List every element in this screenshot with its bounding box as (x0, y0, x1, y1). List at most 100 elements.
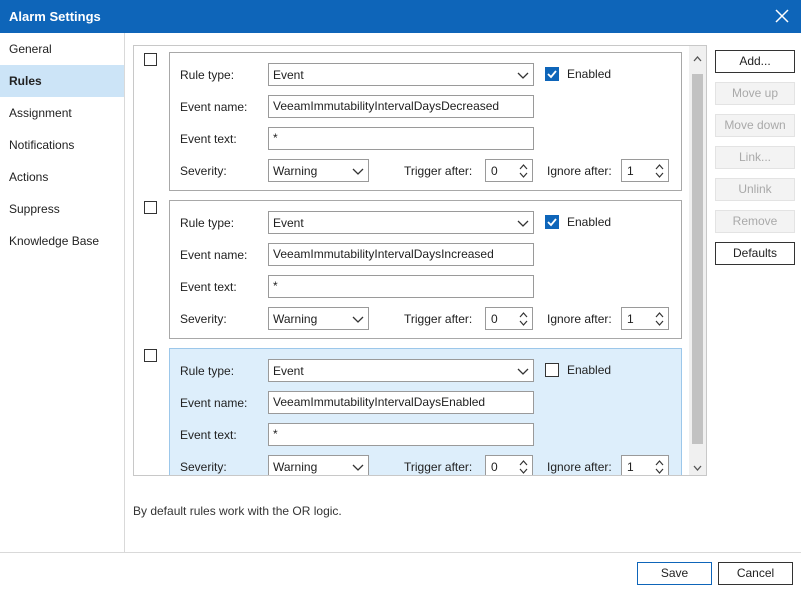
trigger-after-stepper[interactable]: 0 (485, 455, 533, 476)
chevron-down-icon[interactable] (518, 467, 529, 476)
chevron-up-icon[interactable] (654, 458, 665, 467)
title-bar: Alarm Settings (0, 0, 801, 33)
enabled-label: Enabled (567, 363, 612, 377)
sidebar-item-suppress[interactable]: Suppress (0, 193, 124, 225)
chevron-up-icon[interactable] (518, 162, 529, 171)
event-text-label: Event text: (180, 132, 237, 146)
rule-type-label: Rule type: (180, 216, 235, 230)
event-text-input[interactable]: * (268, 423, 534, 446)
close-button[interactable] (773, 7, 791, 25)
ignore-after-value: 1 (627, 164, 634, 178)
rule-select-checkbox[interactable] (144, 53, 157, 66)
severity-value: Warning (273, 312, 318, 326)
severity-dropdown[interactable]: Warning (268, 307, 369, 330)
chevron-up-icon[interactable] (518, 310, 529, 319)
chevron-down-icon (352, 168, 364, 175)
rule-type-label: Rule type: (180, 364, 235, 378)
scroll-up-arrow-icon[interactable] (692, 54, 703, 65)
save-button[interactable]: Save (637, 562, 712, 585)
rule-panel: Rule type: Event Enabled Event name: Vee… (169, 52, 682, 191)
vertical-scrollbar[interactable] (689, 46, 706, 475)
chevron-down-icon (352, 464, 364, 471)
event-text-input[interactable]: * (268, 275, 534, 298)
severity-dropdown[interactable]: Warning (268, 455, 369, 475)
move-up-button[interactable]: Move up (715, 82, 795, 105)
ignore-after-stepper[interactable]: 1 (621, 159, 669, 182)
enabled-checkbox[interactable] (545, 215, 559, 229)
rule-type-dropdown[interactable]: Event (268, 211, 534, 234)
chevron-down-icon[interactable] (654, 171, 665, 180)
checkmark-icon (547, 218, 557, 227)
chevron-up-icon[interactable] (654, 162, 665, 171)
rules-list[interactable]: Rule type: Event Enabled Event name: Vee… (133, 45, 707, 476)
chevron-up-icon[interactable] (518, 458, 529, 467)
chevron-down-icon (517, 72, 529, 79)
rule-type-value: Event (273, 68, 304, 82)
ignore-after-label: Ignore after: (547, 460, 612, 474)
chevron-down-icon[interactable] (654, 319, 665, 328)
trigger-after-stepper[interactable]: 0 (485, 307, 533, 330)
scroll-down-arrow-icon[interactable] (692, 462, 703, 473)
severity-value: Warning (273, 460, 318, 474)
remove-button[interactable]: Remove (715, 210, 795, 233)
event-text-input[interactable]: * (268, 127, 534, 150)
trigger-after-stepper[interactable]: 0 (485, 159, 533, 182)
trigger-after-value: 0 (491, 312, 498, 326)
sidebar-item-general[interactable]: General (0, 33, 124, 65)
ignore-after-value: 1 (627, 460, 634, 474)
enabled-label: Enabled (567, 215, 612, 229)
sidebar-item-knowledge-base[interactable]: Knowledge Base (0, 225, 124, 257)
enabled-checkbox[interactable] (545, 363, 559, 377)
event-text-label: Event text: (180, 280, 237, 294)
trigger-after-label: Trigger after: (404, 164, 473, 178)
trigger-after-label: Trigger after: (404, 312, 473, 326)
unlink-button[interactable]: Unlink (715, 178, 795, 201)
rule-type-label: Rule type: (180, 68, 235, 82)
sidebar-item-rules[interactable]: Rules (0, 65, 124, 97)
link-button[interactable]: Link... (715, 146, 795, 169)
event-name-input[interactable]: VeeamImmutabilityIntervalDaysDecreased (268, 95, 534, 118)
severity-label: Severity: (180, 164, 227, 178)
ignore-after-label: Ignore after: (547, 164, 612, 178)
defaults-button[interactable]: Defaults (715, 242, 795, 265)
window-title: Alarm Settings (9, 9, 101, 24)
ignore-after-stepper[interactable]: 1 (621, 455, 669, 476)
ignore-after-value: 1 (627, 312, 634, 326)
enabled-checkbox[interactable] (545, 67, 559, 81)
event-text-label: Event text: (180, 428, 237, 442)
chevron-down-icon[interactable] (654, 467, 665, 476)
sidebar: General Rules Assignment Notifications A… (0, 33, 125, 552)
chevron-up-icon[interactable] (654, 310, 665, 319)
rule-select-checkbox[interactable] (144, 201, 157, 214)
rule-type-dropdown[interactable]: Event (268, 359, 534, 382)
severity-label: Severity: (180, 312, 227, 326)
ignore-after-stepper[interactable]: 1 (621, 307, 669, 330)
rule-type-dropdown[interactable]: Event (268, 63, 534, 86)
rules-logic-note: By default rules work with the OR logic. (133, 504, 342, 518)
cancel-button[interactable]: Cancel (718, 562, 793, 585)
trigger-after-value: 0 (491, 164, 498, 178)
event-name-input[interactable]: VeeamImmutabilityIntervalDaysIncreased (268, 243, 534, 266)
event-name-input[interactable]: VeeamImmutabilityIntervalDaysEnabled (268, 391, 534, 414)
sidebar-item-notifications[interactable]: Notifications (0, 129, 124, 161)
rule-select-checkbox[interactable] (144, 349, 157, 362)
severity-label: Severity: (180, 460, 227, 474)
sidebar-item-assignment[interactable]: Assignment (0, 97, 124, 129)
rule-panel-selected: Rule type: Event Enabled Event name: Vee… (169, 348, 682, 476)
move-down-button[interactable]: Move down (715, 114, 795, 137)
rule-type-value: Event (273, 364, 304, 378)
event-name-label: Event name: (180, 248, 248, 262)
severity-value: Warning (273, 164, 318, 178)
trigger-after-label: Trigger after: (404, 460, 473, 474)
chevron-down-icon[interactable] (518, 319, 529, 328)
scrollbar-thumb[interactable] (692, 74, 703, 444)
add-rule-button[interactable]: Add... (715, 50, 795, 73)
close-icon (775, 9, 789, 23)
sidebar-item-actions[interactable]: Actions (0, 161, 124, 193)
chevron-down-icon[interactable] (518, 171, 529, 180)
rule-panel: Rule type: Event Enabled Event name: Vee… (169, 200, 682, 339)
enabled-label: Enabled (567, 67, 612, 81)
event-name-label: Event name: (180, 100, 248, 114)
trigger-after-value: 0 (491, 460, 498, 474)
severity-dropdown[interactable]: Warning (268, 159, 369, 182)
